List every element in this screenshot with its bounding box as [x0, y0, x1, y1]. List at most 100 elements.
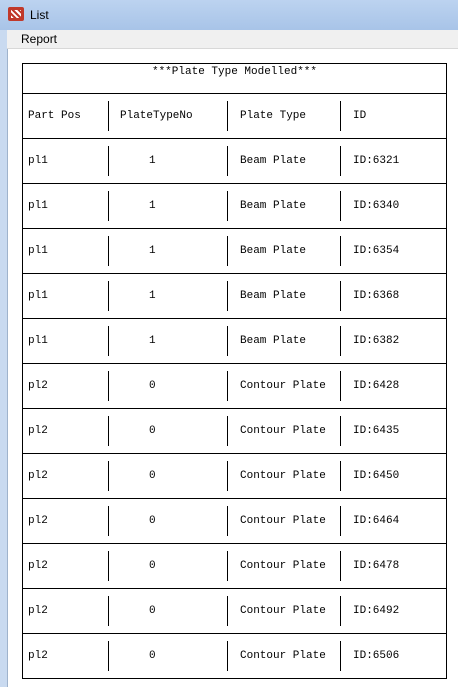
table-cell: pl2 — [28, 605, 48, 617]
rule — [340, 641, 341, 671]
rule — [22, 498, 447, 499]
rule — [108, 236, 109, 266]
table-cell: Beam Plate — [240, 290, 307, 302]
rule — [22, 588, 447, 589]
rule — [446, 453, 447, 498]
rule — [446, 543, 447, 588]
table-cell: pl1 — [28, 245, 48, 257]
rule — [227, 506, 228, 536]
title-bar: List — [0, 0, 458, 30]
rule — [22, 543, 447, 544]
rule — [22, 318, 23, 363]
rule — [22, 93, 447, 94]
rule — [227, 101, 228, 131]
rule — [340, 596, 341, 626]
rule — [108, 506, 109, 536]
rule — [22, 633, 23, 678]
rule — [22, 408, 447, 409]
rule — [227, 281, 228, 311]
rule — [22, 543, 23, 588]
table-cell: ID:6321 — [353, 155, 400, 167]
rule — [227, 236, 228, 266]
rule — [22, 273, 23, 318]
table-cell: 0 — [149, 605, 156, 617]
table-cell: ID:6428 — [353, 380, 400, 392]
table-cell: 0 — [149, 650, 156, 662]
table-cell: Contour Plate — [240, 515, 326, 527]
table-cell: Contour Plate — [240, 470, 326, 482]
table-cell: Beam Plate — [240, 155, 307, 167]
rule — [446, 63, 447, 93]
table-cell: 1 — [149, 155, 156, 167]
rule — [108, 461, 109, 491]
rule — [22, 678, 447, 679]
table-cell: ID:6382 — [353, 335, 400, 347]
column-header: Part Pos — [28, 110, 81, 122]
menu-bar: Report — [7, 30, 458, 49]
rule — [446, 138, 447, 183]
rule — [22, 63, 447, 64]
table-cell: Contour Plate — [240, 380, 326, 392]
rule — [340, 101, 341, 131]
table-cell: 1 — [149, 200, 156, 212]
rule — [340, 236, 341, 266]
rule — [22, 408, 23, 453]
report-title: ***Plate Type Modelled*** — [151, 66, 318, 78]
table-cell: Beam Plate — [240, 200, 307, 212]
rule — [340, 371, 341, 401]
rule — [108, 281, 109, 311]
table-cell: pl1 — [28, 200, 48, 212]
rule — [22, 498, 23, 543]
table-cell: 1 — [149, 335, 156, 347]
rule — [340, 461, 341, 491]
rule — [446, 363, 447, 408]
menu-report[interactable]: Report — [21, 32, 57, 46]
rule — [340, 146, 341, 176]
report-area: ***Plate Type Modelled*** Part Pos PlateT… — [7, 49, 458, 687]
rule — [340, 506, 341, 536]
rule — [446, 318, 447, 363]
table-cell: ID:6464 — [353, 515, 400, 527]
rule — [446, 498, 447, 543]
table-cell: Beam Plate — [240, 335, 307, 347]
table-cell: pl2 — [28, 470, 48, 482]
table-cell: Contour Plate — [240, 560, 326, 572]
rule — [227, 371, 228, 401]
column-header: PlateTypeNo — [120, 110, 193, 122]
table-cell: 1 — [149, 290, 156, 302]
rule — [340, 551, 341, 581]
table-cell: ID:6435 — [353, 425, 400, 437]
table-cell: ID:6492 — [353, 605, 400, 617]
rule — [108, 551, 109, 581]
table-cell: 0 — [149, 515, 156, 527]
rule — [446, 633, 447, 678]
table-cell: pl2 — [28, 380, 48, 392]
rule — [22, 183, 447, 184]
table-cell: pl2 — [28, 515, 48, 527]
table-cell: pl2 — [28, 560, 48, 572]
rule — [227, 191, 228, 221]
table-cell: ID:6354 — [353, 245, 400, 257]
rule — [340, 281, 341, 311]
table-cell: ID:6506 — [353, 650, 400, 662]
rule — [22, 183, 23, 228]
table-cell: pl1 — [28, 335, 48, 347]
table-cell: ID:6450 — [353, 470, 400, 482]
rule — [108, 101, 109, 131]
table-cell: pl2 — [28, 650, 48, 662]
rule — [22, 453, 23, 498]
table-cell: 0 — [149, 470, 156, 482]
rule — [108, 641, 109, 671]
rule — [22, 633, 447, 634]
rule — [446, 183, 447, 228]
table-cell: pl1 — [28, 290, 48, 302]
column-header: Plate Type — [240, 110, 307, 122]
rule — [22, 228, 447, 229]
rule — [108, 416, 109, 446]
rule — [22, 318, 447, 319]
rule — [22, 588, 23, 633]
column-header: ID — [353, 110, 367, 122]
rule — [227, 461, 228, 491]
rule — [446, 273, 447, 318]
rule — [227, 551, 228, 581]
